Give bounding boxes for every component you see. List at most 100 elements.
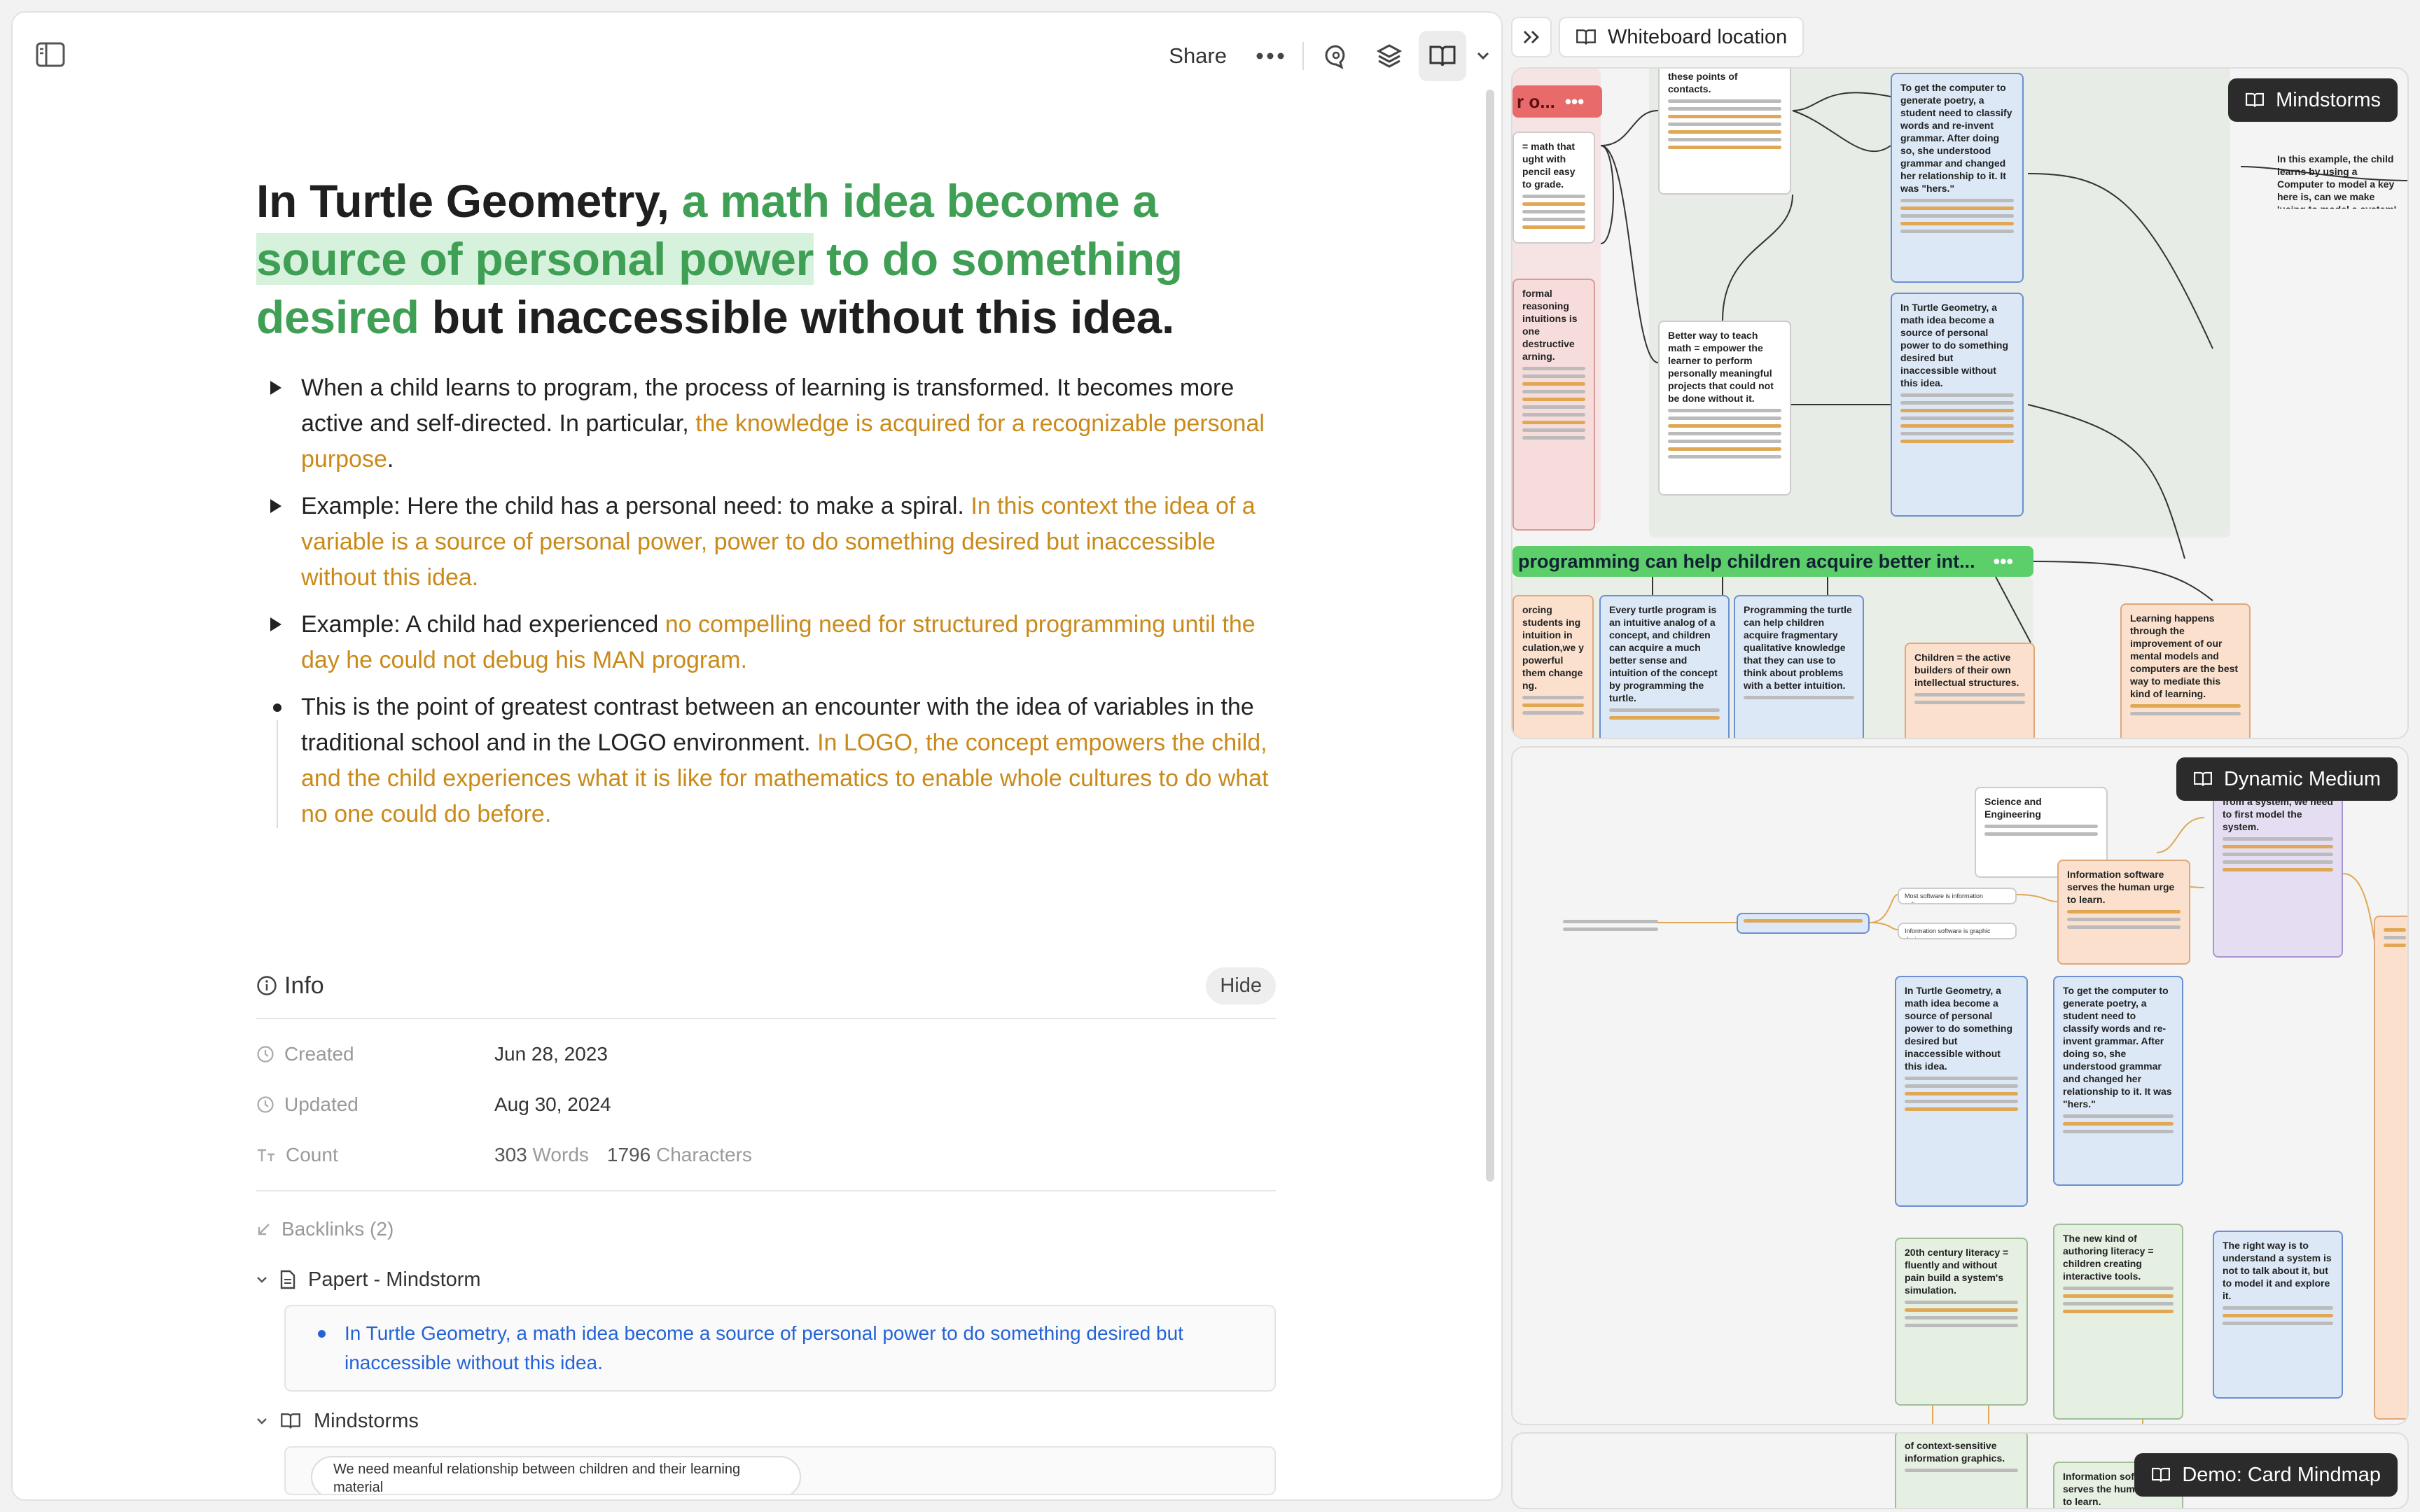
scrollbar[interactable] — [1486, 90, 1494, 1182]
mindmap-card[interactable]: these points of contacts. — [1658, 69, 1791, 195]
backlinks-section: Backlinks (2) Papert - Mindstorm In Turt… — [256, 1204, 1276, 1495]
page-title: In Turtle Geometry, a math idea become a… — [256, 172, 1279, 346]
backlinks-count: Backlinks (2) — [281, 1218, 394, 1240]
open-book-icon — [1576, 28, 1597, 46]
collapse-triangle-icon[interactable] — [270, 381, 281, 395]
card-title: In this example, the child learns by usi… — [2277, 153, 2396, 209]
whiteboard-location-label: Whiteboard location — [1608, 25, 1788, 48]
mindmap-card[interactable]: Better way to teach math = empower the l… — [1658, 321, 1791, 496]
chevron-down-icon[interactable] — [256, 1275, 267, 1284]
sidebar-toggle-icon[interactable] — [29, 34, 71, 76]
panel-label[interactable]: Demo: Card Mindmap — [2134, 1453, 2398, 1497]
whiteboard-location-bar: Whiteboard location — [1511, 17, 1804, 57]
mindmap-card[interactable]: of context-sensitive information graphic… — [1895, 1434, 2028, 1508]
card-title: Programming the turtle can help children… — [1744, 604, 1852, 691]
backlink-snippet-card[interactable]: In Turtle Geometry, a math idea become a… — [284, 1305, 1276, 1392]
bullet-dot-icon — [273, 704, 281, 712]
open-book-icon — [2151, 1466, 2171, 1483]
mindmap-node-red[interactable]: r o... ••• — [1512, 85, 1602, 118]
mindmap-card[interactable]: orcing students ing intuition in culatio… — [1512, 595, 1594, 738]
backlink-snippet[interactable]: We need meanful relationship between chi… — [311, 1456, 801, 1494]
mindmap-card[interactable]: In Turtle Geometry, a math idea become a… — [1891, 293, 2024, 517]
mindmap-card[interactable]: Information software serves the human ur… — [2057, 860, 2190, 965]
panel-label[interactable]: Dynamic Medium — [2176, 757, 2398, 801]
created-label: Created — [284, 1043, 354, 1065]
mindmap-card[interactable]: Learning happens through the improvement… — [2120, 603, 2251, 738]
bullet-text: Example: Here the child has a personal n… — [301, 493, 971, 519]
backlink-title[interactable]: Mindstorms — [314, 1410, 419, 1433]
mindmap-card[interactable]: The new kind of authoring literacy = chi… — [2053, 1224, 2183, 1420]
mindmap-card[interactable]: = math that ught with pencil easy to gra… — [1512, 132, 1595, 244]
mindmap-card[interactable]: Most software is information software. — [1898, 888, 2017, 904]
backlink-snippet-card[interactable]: We need meanful relationship between chi… — [284, 1446, 1276, 1495]
document-content: In Turtle Geometry, a math idea become a… — [256, 172, 1279, 844]
whiteboard-location-button[interactable]: Whiteboard location — [1559, 17, 1804, 57]
chevron-down-icon[interactable] — [256, 1417, 267, 1425]
card-title: formal reasoning intuitions is one destr… — [1522, 288, 1578, 362]
word-unit: Words — [532, 1144, 589, 1166]
updated-row: Updated Aug 30, 2024 — [256, 1079, 1276, 1130]
thread-line — [277, 720, 278, 828]
double-chevron-right-icon[interactable] — [1511, 17, 1552, 57]
backlink-item[interactable]: Mindstorms — [256, 1396, 1276, 1446]
mindmap-card[interactable]: 20th century literacy = fluently and wit… — [1895, 1238, 2028, 1406]
clock-icon — [256, 1045, 274, 1063]
mindmap-card[interactable]: Every turtle program is an intuitive ana… — [1599, 595, 1730, 738]
whiteboard-preview-mindstorms[interactable]: Mindstorms r o... ••• = math that ught wi… — [1511, 67, 2409, 739]
title-text: but inaccessible without this idea. — [419, 291, 1175, 343]
whiteboard-preview-dynamic-medium[interactable]: Dynamic Medium Most software is informat… — [1511, 746, 2409, 1425]
more-options-icon[interactable]: ••• — [1565, 91, 1584, 113]
card-title: Better way to teach math = empower the l… — [1668, 330, 1774, 404]
backlink-snippet[interactable]: In Turtle Geometry, a math idea become a… — [345, 1319, 1260, 1378]
panel-label-text: Demo: Card Mindmap — [2182, 1463, 2381, 1486]
more-options-icon[interactable]: ••• — [1994, 551, 2013, 573]
open-book-icon — [280, 1412, 301, 1430]
chevron-down-icon[interactable] — [1472, 31, 1494, 81]
char-count: 1796 — [606, 1144, 651, 1166]
collapse-triangle-icon[interactable] — [270, 499, 281, 513]
hide-button[interactable]: Hide — [1206, 967, 1276, 1004]
card-title: Information software serves the human ur… — [2067, 869, 2175, 905]
mindmap-card[interactable]: Information software is graphic design. — [1898, 923, 2017, 939]
mindmap-card[interactable]: Programming the turtle can help children… — [1734, 595, 1864, 738]
updated-label: Updated — [284, 1093, 359, 1115]
card-title: these points of contacts. — [1668, 71, 1738, 94]
node-text: programming can help children acquire be… — [1518, 550, 1975, 572]
info-icon — [256, 975, 277, 996]
panel-label-text: Dynamic Medium — [2224, 767, 2381, 790]
mindmap-card[interactable]: In Turtle Geometry, a math idea become a… — [1895, 976, 2028, 1207]
mindmap-node-green[interactable]: programming can help children acquire be… — [1512, 546, 2033, 577]
mindmap-card[interactable]: The right way is to understand a system … — [2213, 1231, 2343, 1399]
share-button[interactable]: Share — [1155, 31, 1241, 81]
whiteboard-preview-demo-card-mindmap[interactable]: Demo: Card Mindmap of context-sensitive … — [1511, 1432, 2409, 1509]
mindmap-card[interactable]: In this example, the child learns by usi… — [2269, 146, 2407, 209]
more-options-icon[interactable] — [1246, 31, 1294, 81]
backlink-item[interactable]: Papert - Mindstorm — [256, 1254, 1276, 1305]
clock-icon — [256, 1096, 274, 1114]
collapse-triangle-icon[interactable] — [270, 617, 281, 631]
layers-icon[interactable] — [1365, 31, 1413, 81]
mindmap-card[interactable] — [1737, 913, 1870, 934]
word-count: 303 — [494, 1144, 527, 1166]
comments-icon[interactable] — [1312, 31, 1360, 81]
mindmap-card[interactable]: Children = the active builders of their … — [1905, 643, 2035, 738]
info-header: Info Hide — [256, 963, 1276, 1008]
open-book-icon[interactable] — [1419, 31, 1466, 81]
count-row: Count 303 Words 1796 Characters — [256, 1130, 1276, 1180]
card-title: Every turtle program is an intuitive ana… — [1609, 604, 1718, 704]
card-title: In Turtle Geometry, a math idea become a… — [1900, 302, 2008, 388]
mindmap-card[interactable]: To get the computer to generate poetry, … — [2053, 976, 2183, 1186]
backlink-title[interactable]: Papert - Mindstorm — [308, 1268, 481, 1292]
open-book-icon — [2193, 771, 2213, 788]
mindmap-card[interactable] — [1555, 909, 1667, 937]
panel-label[interactable]: Mindstorms — [2228, 78, 2398, 122]
document-icon — [280, 1270, 295, 1289]
card-title: Learning happens through the improvement… — [2130, 612, 2239, 699]
title-highlight-text: a math idea become a — [681, 175, 1158, 227]
mindmap-card[interactable]: To get the computer to generate poetry, … — [1891, 73, 2024, 283]
mindmap-card[interactable]: formal reasoning intuitions is one destr… — [1512, 279, 1595, 531]
mindmap-card[interactable] — [2374, 916, 2407, 1420]
char-unit: Characters — [655, 1144, 752, 1166]
title-highlight-text: source of personal power — [256, 233, 814, 285]
list-item: Example: Here the child has a personal n… — [256, 489, 1279, 596]
